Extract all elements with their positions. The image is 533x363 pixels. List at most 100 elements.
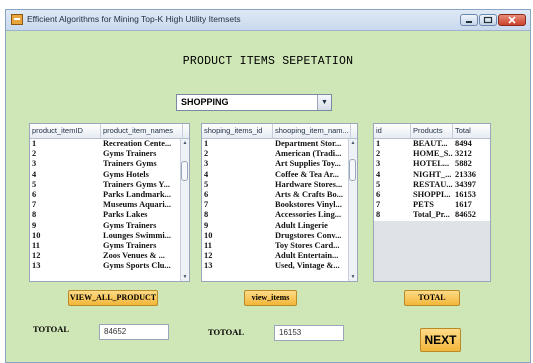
table-row[interactable]: 6 SHOPPI... 16153 <box>374 190 490 200</box>
column-header[interactable]: product_item_names <box>101 124 183 138</box>
table-row[interactable]: 3 HOTEL... 5882 <box>374 159 490 169</box>
table-cell: 10 <box>204 230 213 240</box>
table-cell: 4 <box>32 169 37 179</box>
table-row[interactable]: 10 Lounges Swimmi... <box>30 231 189 241</box>
table-row[interactable]: 5 Trainers Gyms Y... <box>30 180 189 190</box>
table-cell: Total_Pr... <box>413 210 450 220</box>
vertical-scrollbar[interactable]: ▲ ▼ <box>180 139 189 281</box>
table-cell: 8494 <box>455 139 472 148</box>
table-row[interactable]: 4 Coffee & Tea Ar... <box>202 170 357 180</box>
total-product-field[interactable]: 84652 <box>99 324 169 340</box>
vertical-scrollbar[interactable]: ▲ ▼ <box>348 139 357 281</box>
scroll-down-icon[interactable]: ▼ <box>181 273 189 281</box>
table-cell: 1617 <box>455 200 472 210</box>
total-button[interactable]: TOTAL <box>404 290 460 306</box>
table-row[interactable]: 9 Gyms Trainers <box>30 221 189 231</box>
table-cell: 8 <box>204 210 209 220</box>
table-cell: Gyms Hotels <box>103 169 149 179</box>
table-row[interactable]: 13 Used, Vintage &... <box>202 261 357 271</box>
table-header: id Products Total <box>374 124 490 139</box>
table-cell: 4 <box>376 169 381 179</box>
table-row[interactable]: 5 Hardware Stores... <box>202 180 357 190</box>
table-cell: Parks Lakes <box>103 210 148 220</box>
table-cell: Parks Landmark... <box>103 189 171 199</box>
table-row[interactable]: 11 Toy Stores Card... <box>202 241 357 251</box>
table-body: 1 Recreation Cente... 2 Gyms Trainers 3 Train… <box>30 139 189 281</box>
table-cell: 3 <box>376 159 381 169</box>
table-row[interactable]: 12 Zoos Venues & ... <box>30 251 189 261</box>
product-items-table[interactable]: product_itemID product_item_names 1 Recre… <box>29 123 190 282</box>
table-row[interactable]: 1 Recreation Cente... <box>30 139 189 149</box>
table-cell: 3 <box>204 159 209 169</box>
table-row[interactable]: 8 Accessories Ling... <box>202 210 357 220</box>
view-items-button[interactable]: view_items <box>244 290 297 306</box>
table-cell: Gyms Trainers <box>103 149 157 159</box>
total-label: TOTOAL <box>208 327 245 337</box>
category-select[interactable]: SHOPPING ▼ <box>176 94 332 111</box>
table-cell: 21336 <box>455 169 476 179</box>
view-all-product-button[interactable]: VIEW_ALL_PRODUCT <box>68 290 158 306</box>
table-row[interactable]: 11 Gyms Trainers <box>30 241 189 251</box>
table-row[interactable]: 7 PETS 1617 <box>374 200 490 210</box>
table-row[interactable]: 13 Gyms Sports Clu... <box>30 261 189 271</box>
next-button[interactable]: NEXT <box>420 328 461 352</box>
table-row[interactable]: 6 Parks Landmark... <box>30 190 189 200</box>
table-cell: 7 <box>376 200 381 210</box>
table-row[interactable]: 5 RESTAU... 34397 <box>374 180 490 190</box>
table-row[interactable]: 1 BEAUT... 8494 <box>374 139 490 149</box>
table-row[interactable]: 1 Department Stor... <box>202 139 357 149</box>
scroll-thumb[interactable] <box>349 159 356 181</box>
table-row[interactable]: 9 Adult Lingerie <box>202 221 357 231</box>
maximize-button[interactable] <box>479 14 497 26</box>
chevron-down-icon[interactable]: ▼ <box>317 95 331 110</box>
table-cell: 11 <box>204 240 212 250</box>
minimize-button[interactable] <box>460 14 478 26</box>
table-cell: 7 <box>32 200 37 210</box>
table-row[interactable]: 4 Gyms Hotels <box>30 170 189 180</box>
table-row[interactable]: 8 Total_Pr... 84652 <box>374 210 490 220</box>
scroll-thumb[interactable] <box>181 161 188 181</box>
column-header[interactable]: Products <box>411 124 453 138</box>
table-row[interactable]: 8 Parks Lakes <box>30 210 189 220</box>
table-row[interactable]: 4 NIGHT_... 21336 <box>374 170 490 180</box>
table-row[interactable]: 3 Art Supplies Toy... <box>202 159 357 169</box>
total-shopping-field[interactable]: 16153 <box>274 325 344 341</box>
column-header[interactable]: shooping_item_nam... <box>273 124 351 138</box>
shopping-items-table[interactable]: shoping_items_id shooping_item_nam... 1 D… <box>201 123 358 282</box>
column-header[interactable]: shoping_items_id <box>202 124 273 138</box>
column-header[interactable]: Total <box>453 124 490 138</box>
table-cell: 2 <box>204 149 209 159</box>
category-totals-table[interactable]: id Products Total 1 BEAUT... 8494 2 HOME_S..… <box>373 123 491 282</box>
table-row[interactable]: 3 Trainers Gyms <box>30 159 189 169</box>
column-header[interactable]: id <box>374 124 411 138</box>
table-row[interactable]: 7 Museums Aquari... <box>30 200 189 210</box>
table-cell: 3 <box>32 159 37 169</box>
table-cell: PETS <box>413 200 434 210</box>
scroll-up-icon[interactable]: ▲ <box>181 139 189 147</box>
screen-top-strip <box>0 0 533 9</box>
table-body: 1 Department Stor... 2 American (Tradi... 3 A… <box>202 139 357 281</box>
table-cell: 11 <box>32 240 40 250</box>
scroll-up-icon[interactable]: ▲ <box>349 139 357 147</box>
close-button[interactable] <box>498 14 526 26</box>
table-cell: 7 <box>204 200 209 210</box>
table-row[interactable]: 2 Gyms Trainers <box>30 149 189 159</box>
close-icon <box>508 16 516 24</box>
column-header[interactable]: product_itemID <box>30 124 101 138</box>
page-title: PRODUCT ITEMS SEPETATION <box>182 55 354 68</box>
table-row[interactable]: 2 HOME_S... 3212 <box>374 149 490 159</box>
table-cell: Accessories Ling... <box>275 210 342 220</box>
table-row[interactable]: 2 American (Tradi... <box>202 149 357 159</box>
table-row[interactable]: 12 Adult Entertain... <box>202 251 357 261</box>
table-cell: 6 <box>376 189 381 199</box>
table-row[interactable]: 10 Drugstores Conv... <box>202 231 357 241</box>
table-cell: Hardware Stores... <box>275 179 343 189</box>
scroll-down-icon[interactable]: ▼ <box>349 273 357 281</box>
table-cell: Trainers Gyms <box>103 159 157 169</box>
table-cell: Gyms Sports Clu... <box>103 261 171 271</box>
table-row[interactable]: 6 Arts & Crafts Bo... <box>202 190 357 200</box>
table-row[interactable]: 7 Bookstores Vinyl... <box>202 200 357 210</box>
table-cell: HOTEL... <box>413 159 450 169</box>
table-cell: 3212 <box>455 149 472 159</box>
table-cell: 1 <box>32 139 37 148</box>
